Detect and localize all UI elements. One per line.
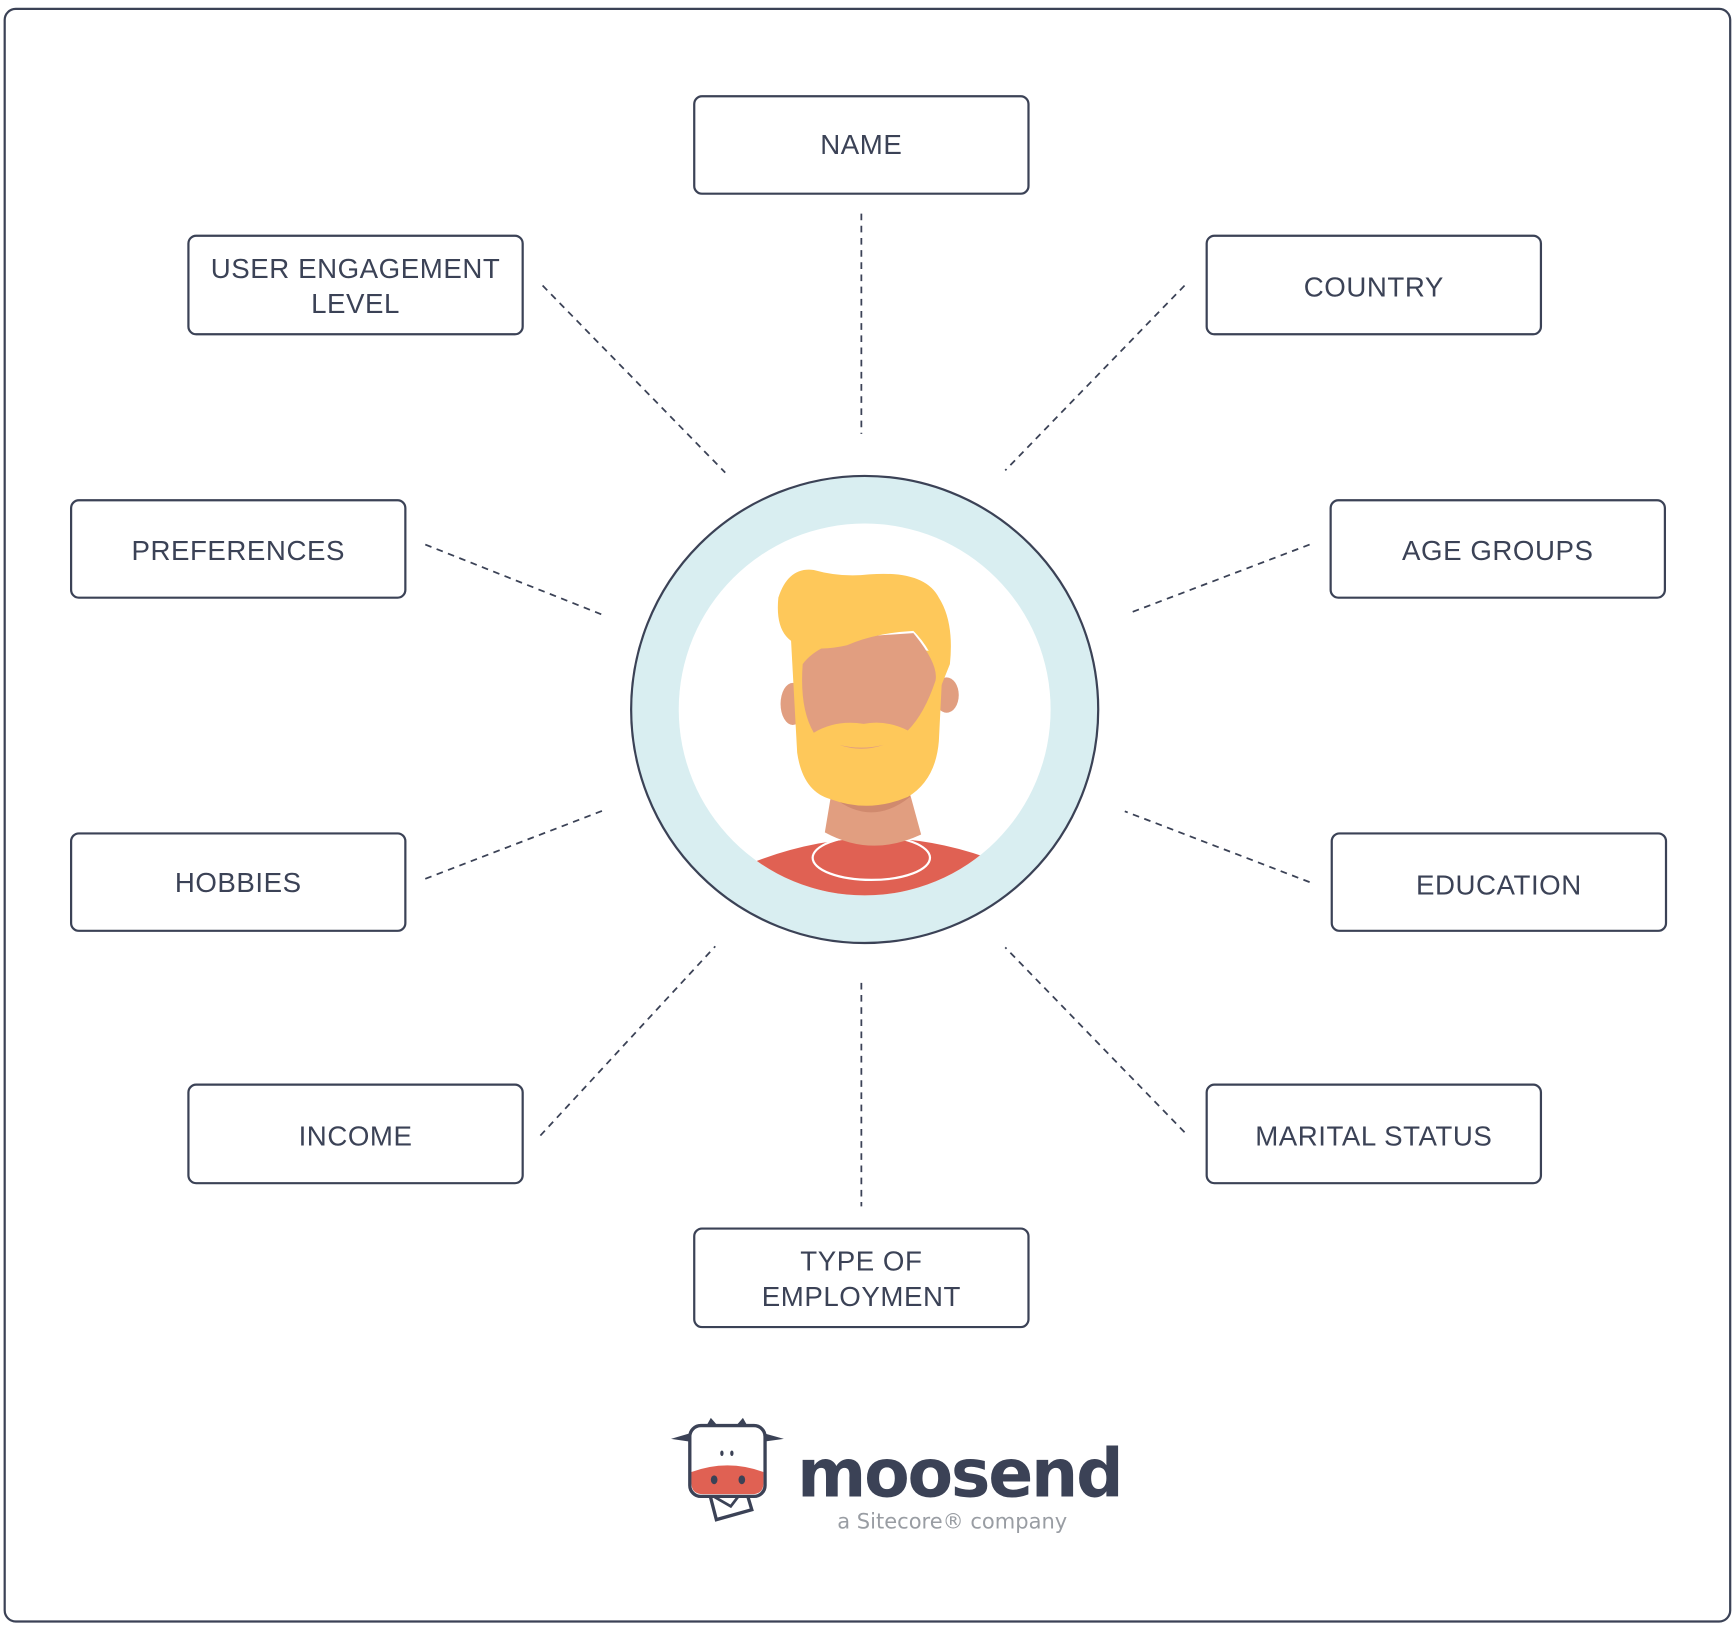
diagram-canvas: NAME USER ENGAGEMENT LEVEL COUNTRY PREFE…: [3, 7, 1732, 1623]
attribute-income: INCOME: [187, 1083, 524, 1185]
attribute-label: COUNTRY: [1304, 272, 1444, 303]
attribute-marital-status: MARITAL STATUS: [1205, 1083, 1543, 1185]
attribute-label: PREFERENCES: [131, 535, 345, 566]
attribute-type-of-employment: TYPE OF EMPLOYMENT: [693, 1227, 1030, 1329]
attribute-label: AGE GROUPS: [1402, 535, 1593, 566]
attribute-age-groups: AGE GROUPS: [1329, 499, 1667, 599]
attribute-label: HOBBIES: [175, 867, 302, 898]
attribute-preferences: PREFERENCES: [69, 499, 407, 599]
attribute-label: TYPE OF: [800, 1246, 922, 1277]
attribute-label: INCOME: [299, 1121, 413, 1152]
attribute-label: USER ENGAGEMENT: [211, 253, 501, 284]
attribute-user-engagement-level: USER ENGAGEMENT LEVEL: [187, 234, 524, 336]
attribute-label-line2: EMPLOYMENT: [762, 1281, 961, 1312]
logo-wordmark: moosend: [797, 1434, 1121, 1512]
attribute-name: NAME: [693, 95, 1030, 195]
attribute-label-line2: LEVEL: [311, 288, 400, 319]
attribute-label: NAME: [820, 129, 902, 160]
attribute-label: MARITAL STATUS: [1255, 1121, 1492, 1152]
attribute-label: EDUCATION: [1416, 869, 1582, 900]
attribute-country: COUNTRY: [1205, 234, 1543, 336]
logo-tagline: a Sitecore® company: [837, 1508, 1067, 1533]
attribute-hobbies: HOBBIES: [69, 832, 407, 932]
attribute-education: EDUCATION: [1330, 832, 1668, 932]
avatar: [630, 474, 1100, 945]
